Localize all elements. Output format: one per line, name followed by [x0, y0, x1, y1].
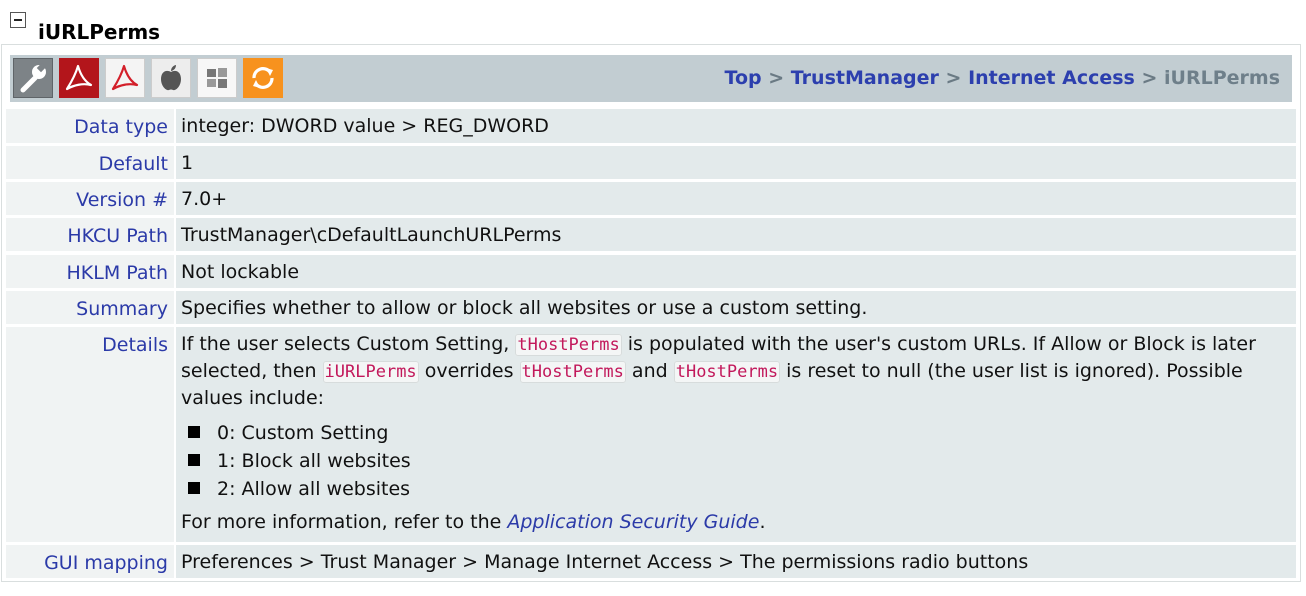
- breadcrumb-current: iURLPerms: [1164, 67, 1280, 89]
- page-title: iURLPerms: [38, 20, 161, 44]
- breadcrumb-internet-access-link[interactable]: Internet Access: [968, 67, 1135, 89]
- breadcrumb-trustmanager-link[interactable]: TrustManager: [791, 67, 939, 89]
- apple-icon[interactable]: [151, 58, 191, 98]
- application-security-guide-link[interactable]: Application Security Guide: [507, 511, 759, 533]
- row-label: Data type: [6, 109, 174, 143]
- wrench-icon[interactable]: [13, 58, 53, 98]
- row-value: Specifies whether to allow or block all …: [176, 291, 1296, 324]
- bullet-icon: [188, 482, 200, 494]
- row-label: HKCU Path: [6, 218, 174, 251]
- more-info-text: .: [759, 511, 766, 533]
- row-label: Default: [6, 146, 174, 179]
- breadcrumb-top-link[interactable]: Top: [725, 67, 762, 89]
- details-text: overrides: [418, 360, 520, 382]
- details-text: If the user selects Custom Setting,: [181, 333, 516, 355]
- breadcrumb-separator: >: [1141, 67, 1158, 89]
- collapse-toggle-icon[interactable]: [10, 12, 26, 28]
- row-label: Details: [6, 327, 174, 542]
- list-item-text: 0: Custom Setting: [217, 422, 389, 444]
- row-default: Default 1: [6, 146, 1296, 179]
- row-hklm-path: HKLM Path Not lockable: [6, 255, 1296, 288]
- code-iurlperms: iURLPerms: [322, 361, 419, 383]
- row-label: GUI mapping: [6, 545, 174, 578]
- list-item: 1: Block all websites: [181, 447, 1288, 475]
- values-list: 0: Custom Setting 1: Block all websites …: [181, 419, 1288, 503]
- row-value: 7.0+: [176, 182, 1296, 215]
- more-info-text: For more information, refer to the: [181, 511, 508, 533]
- list-item-text: 2: Allow all websites: [217, 478, 411, 500]
- details-paragraph: If the user selects Custom Setting, tHos…: [181, 331, 1288, 411]
- row-data-type: Data type integer: DWORD value > REG_DWO…: [6, 109, 1296, 143]
- more-info: For more information, refer to the Appli…: [181, 509, 1288, 535]
- row-value: Preferences > Trust Manager > Manage Int…: [176, 545, 1296, 578]
- row-label: Version #: [6, 182, 174, 215]
- row-value: integer: DWORD value > REG_DWORD: [176, 109, 1296, 143]
- details-text: and: [625, 360, 674, 382]
- row-version: Version # 7.0+: [6, 182, 1296, 215]
- row-gui-mapping: GUI mapping Preferences > Trust Manager …: [6, 545, 1296, 578]
- reader-icon[interactable]: [105, 58, 145, 98]
- row-label: Summary: [6, 291, 174, 324]
- breadcrumb: Top > TrustManager > Internet Access > i…: [725, 67, 1280, 89]
- bullet-icon: [188, 426, 200, 438]
- row-label: HKLM Path: [6, 255, 174, 288]
- code-thostperms: tHostPerms: [519, 361, 626, 383]
- row-value: 1: [176, 146, 1296, 179]
- row-value: TrustManager\cDefaultLaunchURLPerms: [176, 218, 1296, 251]
- row-details: Details If the user selects Custom Setti…: [6, 327, 1296, 542]
- list-item-text: 1: Block all websites: [217, 450, 411, 472]
- breadcrumb-separator: >: [768, 67, 785, 89]
- toolbar: Top > TrustManager > Internet Access > i…: [10, 55, 1292, 102]
- list-item: 0: Custom Setting: [181, 419, 1288, 447]
- acrobat-icon[interactable]: [59, 58, 99, 98]
- list-item: 2: Allow all websites: [181, 475, 1288, 503]
- row-summary: Summary Specifies whether to allow or bl…: [6, 291, 1296, 324]
- windows-icon[interactable]: [197, 58, 237, 98]
- sync-icon[interactable]: [243, 58, 283, 98]
- breadcrumb-separator: >: [945, 67, 962, 89]
- row-value: Not lockable: [176, 255, 1296, 288]
- code-thostperms: tHostPerms: [673, 361, 781, 383]
- row-value: If the user selects Custom Setting, tHos…: [176, 327, 1296, 542]
- bullet-icon: [188, 454, 200, 466]
- code-thostperms: tHostPerms: [515, 334, 622, 356]
- row-hkcu-path: HKCU Path TrustManager\cDefaultLaunchURL…: [6, 218, 1296, 251]
